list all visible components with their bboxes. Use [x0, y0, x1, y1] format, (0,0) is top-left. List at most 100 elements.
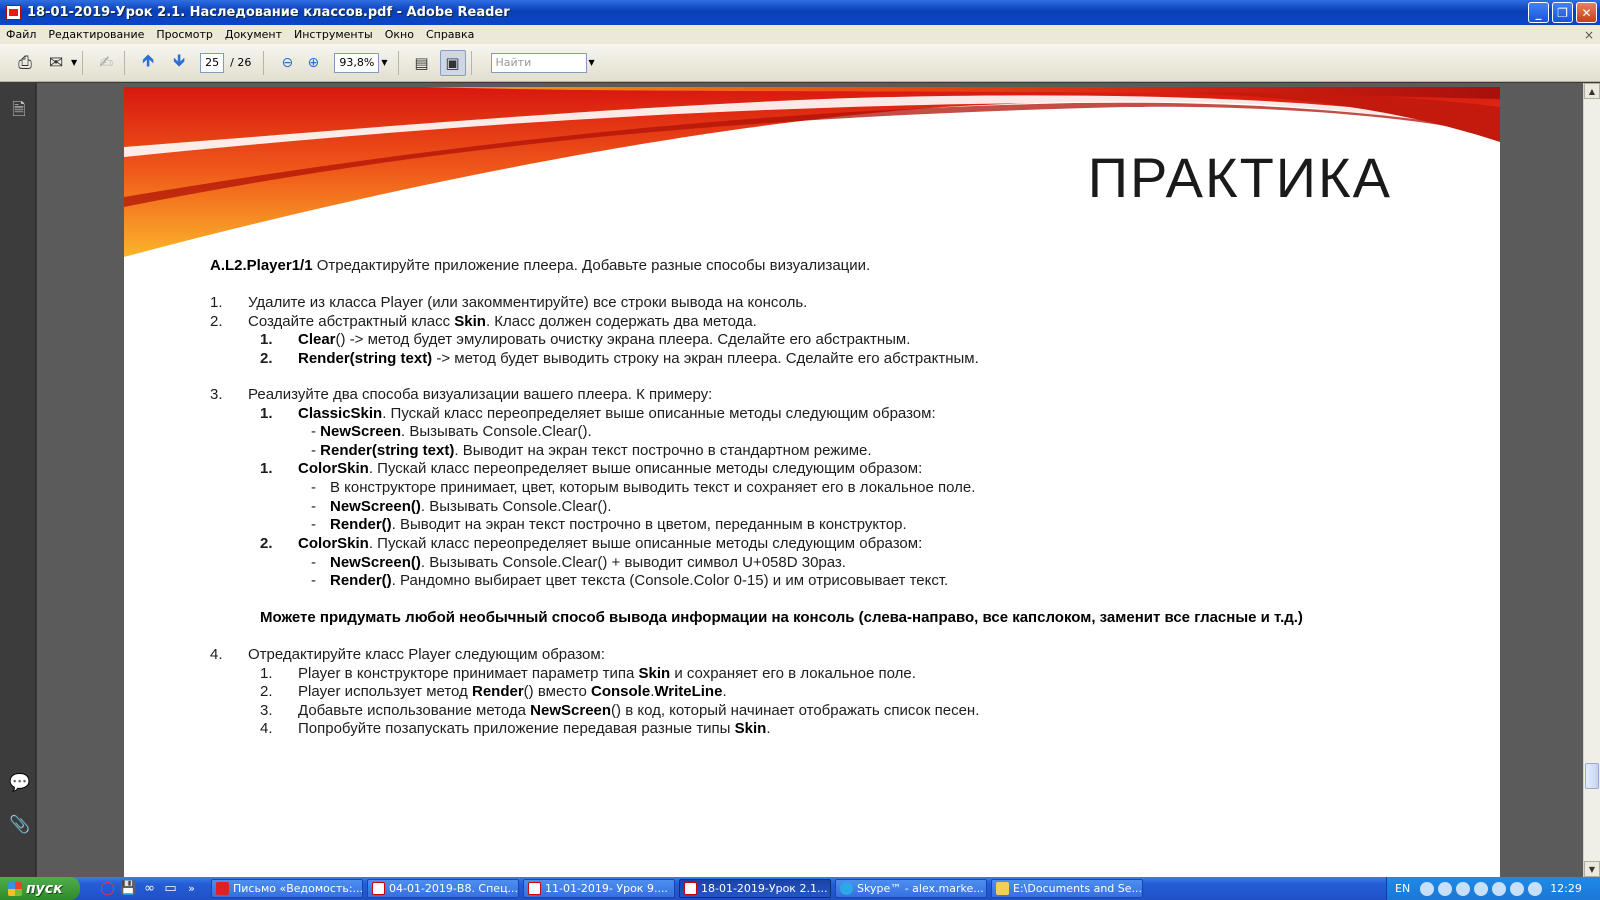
text-fragment: . Класс должен содержать два метода.	[485, 313, 757, 330]
zoom-in-icon[interactable]: ⊕	[300, 50, 326, 76]
taskbar-item[interactable]: 11-01-2019- Урок 9....	[523, 879, 675, 898]
link-icon[interactable]: ∞	[140, 879, 159, 898]
text-fragment-bold: Render(string text)	[298, 350, 433, 367]
text-fragment: Попробуйте позапускать приложение переда…	[298, 720, 735, 737]
close-document-button[interactable]: ×	[1584, 28, 1594, 42]
taskbar-item-active[interactable]: 18-01-2019-Урок 2.1...	[679, 879, 831, 898]
text-fragment-bold: ColorSkin	[298, 460, 369, 477]
menu-bar: Файл Редактирование Просмотр Документ Ин…	[0, 25, 1600, 44]
tray-icon[interactable]	[1528, 881, 1543, 896]
list-item: Player в конструкторе принимает параметр…	[298, 665, 916, 682]
page-number-input[interactable]: 25	[200, 52, 225, 73]
task-intro: A.L2.Player1/1 Отредактируйте приложение…	[210, 257, 870, 274]
scroll-down-icon[interactable]: ▼	[1584, 861, 1600, 877]
taskbar-item-label: E:\Documents and Se...	[1013, 882, 1143, 895]
list-item: Render(string text) -> метод будет вывод…	[298, 350, 979, 367]
chevron-down-icon[interactable]: ▼	[589, 58, 595, 67]
menu-edit[interactable]: Редактирование	[42, 28, 150, 41]
list-item: Player использует метод Render() вместо …	[298, 683, 727, 700]
text-fragment: . Пускай класс переопределяет выше описа…	[382, 405, 936, 422]
print-icon[interactable]: ⎙	[12, 50, 38, 76]
language-indicator[interactable]: EN	[1395, 882, 1410, 895]
maximize-button[interactable]: ❐	[1552, 2, 1573, 23]
window-title-bar[interactable]: 18-01-2019-Урок 2.1. Наследование классо…	[0, 0, 1600, 25]
taskbar-item[interactable]: Письмо «Ведомость:...	[211, 879, 363, 898]
tray-icon[interactable]	[1492, 881, 1507, 896]
text-fragment-bold: Render(string text)	[320, 442, 455, 459]
toolbar-separator	[397, 50, 399, 75]
tray-icon[interactable]	[1438, 881, 1453, 896]
text-fragment: .	[766, 720, 771, 737]
tray-icon[interactable]	[1420, 881, 1435, 896]
text-fragment: и сохраняет его в локальное поле.	[670, 665, 916, 682]
list-dash: -	[311, 554, 316, 571]
scrollbar-thumb[interactable]	[1585, 763, 1599, 789]
find-input[interactable]: Найти	[490, 52, 587, 73]
next-page-icon[interactable]: 🡻	[166, 50, 192, 76]
taskbar-item[interactable]: 04-01-2019-В8. Спец...	[367, 879, 519, 898]
text-fragment: . Вызывать Console.Clear().	[401, 423, 592, 440]
menu-tools[interactable]: Инструменты	[288, 28, 379, 41]
dash: -	[311, 442, 321, 459]
fit-page-icon[interactable]: ▣	[439, 49, 466, 76]
list-number: 1.	[260, 331, 273, 348]
list-item: ColorSkin. Пускай класс переопределяет в…	[298, 535, 922, 552]
text-fragment: -> метод будет выводить строку на экран …	[432, 350, 979, 367]
menu-document[interactable]: Документ	[219, 28, 288, 41]
zoom-input[interactable]: 93,8%	[334, 52, 380, 73]
text-fragment-bold: Console	[591, 683, 651, 700]
text-fragment: . Вызывать Console.Clear().	[420, 498, 612, 515]
list-number: 3.	[210, 386, 223, 403]
clock[interactable]: 12:29	[1550, 882, 1582, 895]
windows-logo-icon	[8, 881, 22, 896]
list-item: ColorSkin. Пускай класс переопределяет в…	[298, 460, 922, 477]
skype-tray-icon[interactable]	[1456, 881, 1471, 896]
list-number: 3.	[260, 702, 273, 719]
menu-window[interactable]: Окно	[379, 28, 420, 41]
list-number: 4.	[210, 646, 223, 663]
menu-view[interactable]: Просмотр	[150, 28, 218, 41]
toolbar: ⎙ ✉ ▼ ✍ 🡹 🡻 25 / 26 ⊖ ⊕ 93,8% ▼ ▤ ▣ Найт…	[0, 44, 1600, 82]
zoom-out-icon[interactable]: ⊖	[274, 50, 300, 76]
system-tray: EN 12:29	[1386, 877, 1600, 900]
opera-icon[interactable]: ◯	[98, 879, 117, 898]
taskbar-item[interactable]: Skype™ - alex.marke...	[835, 879, 987, 898]
task-id: A.L2.Player1/1	[210, 257, 313, 274]
comments-icon[interactable]: 💬	[9, 773, 30, 793]
comment-icon[interactable]: ✍	[93, 50, 119, 76]
list-dash: -	[311, 516, 316, 533]
text-fragment: . Вызывать Console.Clear() + выводит сим…	[420, 554, 846, 571]
pdf-icon	[6, 5, 21, 20]
list-item: Clear() -> метод будет эмулировать очист…	[298, 331, 910, 348]
quicklaunch-more-icon[interactable]: »	[182, 879, 201, 898]
page-total: / 26	[230, 56, 252, 69]
list-number: 2.	[260, 350, 273, 367]
menu-file[interactable]: Файл	[0, 28, 42, 41]
attachment-icon[interactable]: 📎	[9, 815, 30, 835]
tray-icon[interactable]	[1510, 881, 1525, 896]
list-item: - NewScreen. Вызывать Console.Clear().	[311, 423, 592, 440]
previous-page-icon[interactable]: 🡹	[135, 50, 161, 76]
close-button[interactable]: ✕	[1576, 2, 1597, 23]
dash: -	[311, 423, 321, 440]
vertical-scrollbar[interactable]: ▲ ▼	[1583, 83, 1600, 877]
minimize-button[interactable]: _	[1528, 2, 1549, 23]
list-number: 1.	[210, 294, 223, 311]
pages-icon[interactable]: 🗎	[9, 97, 29, 120]
skype-icon	[840, 882, 853, 895]
share-icon[interactable]: ✉	[43, 50, 69, 76]
start-button[interactable]: пуск	[0, 877, 80, 900]
save-icon[interactable]: 💾	[119, 879, 138, 898]
fit-width-icon[interactable]: ▤	[409, 50, 435, 76]
scroll-up-icon[interactable]: ▲	[1584, 83, 1600, 99]
list-number: 2.	[260, 535, 273, 552]
menu-help[interactable]: Справка	[420, 28, 480, 41]
taskbar-item[interactable]: E:\Documents and Se...	[991, 879, 1143, 898]
taskbar: пуск ◯ 💾 ∞ ▭ » Письмо «Ведомость:... 04-…	[0, 877, 1600, 900]
text-fragment: . Выводит на экран текст построчно в цве…	[391, 516, 907, 533]
chevron-down-icon[interactable]: ▼	[71, 58, 77, 67]
start-label: пуск	[26, 880, 63, 897]
chevron-down-icon[interactable]: ▼	[381, 58, 387, 67]
desktop-icon[interactable]: ▭	[161, 879, 180, 898]
tray-icon[interactable]	[1474, 881, 1489, 896]
